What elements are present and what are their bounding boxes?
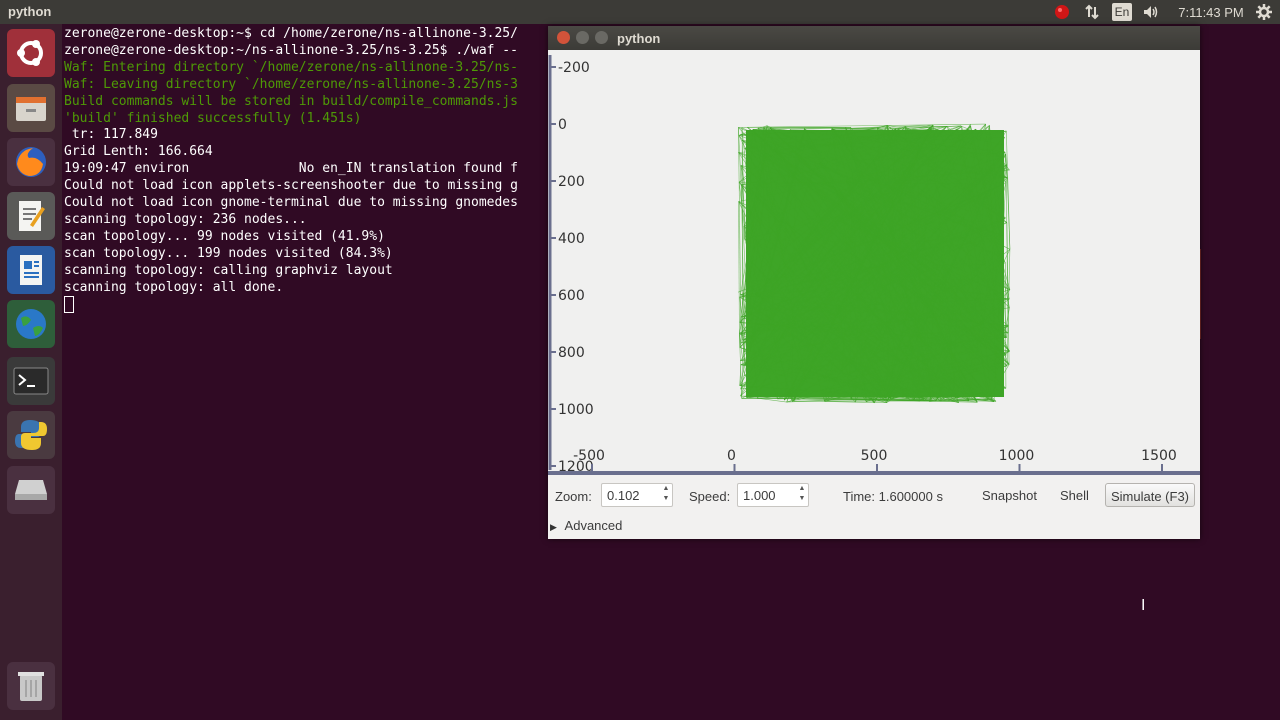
terminal-icon[interactable] bbox=[7, 357, 55, 405]
minimize-button[interactable] bbox=[576, 31, 589, 44]
record-icon[interactable] bbox=[1052, 3, 1072, 21]
terminal-line: 'build' finished successfully (1.451s) bbox=[64, 110, 362, 126]
spin-arrows-icon[interactable]: ▲ ▼ bbox=[796, 484, 808, 506]
x-tick-label: 1500 bbox=[1141, 448, 1177, 464]
x-tick-label: 1000 bbox=[999, 448, 1035, 464]
terminal-line: Could not load icon gnome-terminal due t… bbox=[64, 195, 518, 211]
topology-link bbox=[855, 401, 887, 403]
network-icon[interactable] bbox=[1082, 3, 1102, 21]
simulate-button[interactable]: Simulate (F3) bbox=[1105, 483, 1195, 507]
x-tick-label: 0 bbox=[727, 448, 736, 464]
speed-label: Speed: bbox=[689, 489, 731, 504]
writer-icon[interactable] bbox=[7, 246, 55, 294]
topology-link bbox=[738, 123, 986, 128]
shell-button[interactable]: Shell bbox=[1056, 483, 1093, 507]
top-panel: python En 7:11:43 PM bbox=[0, 0, 1280, 24]
simulation-time: Time: 1.600000 s bbox=[843, 489, 943, 504]
terminal-line: tr: 117.849 bbox=[64, 127, 158, 143]
spin-arrows-icon[interactable]: ▲ ▼ bbox=[660, 484, 672, 506]
expander-arrow-icon[interactable]: ▶ bbox=[550, 522, 557, 532]
controls-bar: Zoom: 0.102 ▲ ▼ Speed: 1.000 ▲ ▼ Time: 1.6… bbox=[548, 481, 1200, 511]
advanced-expander[interactable]: ▶ Advanced bbox=[550, 518, 622, 533]
trash-icon[interactable] bbox=[7, 662, 55, 710]
terminal-line: Grid Lenth: 166.664 bbox=[64, 144, 213, 160]
terminal-output: zerone@zerone-desktop:~$ cd /home/zerone… bbox=[64, 26, 518, 297]
terminal-line: Build commands will be stored in build/c… bbox=[64, 93, 518, 109]
close-button[interactable] bbox=[557, 31, 570, 44]
clock[interactable]: 7:11:43 PM bbox=[1172, 3, 1250, 21]
keyboard-layout-indicator[interactable]: En bbox=[1112, 3, 1132, 21]
drive-icon[interactable] bbox=[7, 466, 55, 514]
text-editor-icon[interactable] bbox=[7, 192, 55, 240]
zoom-label: Zoom: bbox=[555, 489, 592, 504]
y-tick-label: -200 bbox=[558, 60, 590, 76]
volume-icon[interactable] bbox=[1141, 3, 1161, 21]
y-tick-label: 200 bbox=[558, 174, 585, 190]
speed-value[interactable]: 1.000 bbox=[743, 488, 776, 503]
terminal-line: zerone@zerone-desktop:~$ cd /home/zerone… bbox=[64, 26, 518, 41]
terminal-line: Waf: Entering directory `/home/zerone/ns… bbox=[64, 59, 518, 75]
terminal-line: scanning topology: 236 nodes... bbox=[64, 211, 307, 227]
firefox-icon[interactable] bbox=[7, 138, 55, 186]
topology-link bbox=[824, 401, 856, 403]
browser-globe-icon[interactable] bbox=[7, 300, 55, 348]
topology-canvas[interactable]: -200 0 200 400 600 800 1000 1200 -500 0 500 1000 150… bbox=[548, 50, 1200, 475]
window-title: python bbox=[617, 31, 661, 46]
terminal-line: scanning topology: all done. bbox=[64, 279, 284, 295]
y-tick-label: 400 bbox=[558, 231, 585, 247]
speed-spinner[interactable]: 1.000 ▲ ▼ bbox=[737, 483, 809, 507]
terminal-line: scan topology... 199 nodes visited (84.3… bbox=[64, 245, 393, 261]
advanced-label[interactable]: Advanced bbox=[565, 518, 623, 533]
active-app-title: python bbox=[8, 4, 52, 19]
terminal-cursor bbox=[64, 296, 74, 313]
maximize-button[interactable] bbox=[595, 31, 608, 44]
terminal-line: 19:09:47 environ No en_IN translation fo… bbox=[64, 161, 518, 177]
x-tick-label: 500 bbox=[861, 448, 888, 464]
y-tick-label: 1000 bbox=[558, 402, 594, 418]
launcher bbox=[0, 24, 63, 720]
mouse-ibeam-cursor: Ι bbox=[1141, 597, 1146, 614]
zoom-spinner[interactable]: 0.102 ▲ ▼ bbox=[601, 483, 673, 507]
python-visualizer-window: python -200 0 200 400 600 800 1000 1200 -500 0 500… bbox=[548, 26, 1200, 539]
snapshot-button[interactable]: Snapshot bbox=[978, 483, 1041, 507]
terminal-line: Could not load icon applets-screenshoote… bbox=[64, 178, 518, 194]
topology-link bbox=[738, 201, 740, 334]
terminal-line: scanning topology: calling graphviz layo… bbox=[64, 262, 393, 278]
x-tick-label: -500 bbox=[573, 448, 605, 464]
file-manager-icon[interactable] bbox=[7, 84, 55, 132]
y-tick-label: 600 bbox=[558, 288, 585, 304]
y-tick-label: 0 bbox=[558, 117, 567, 133]
terminal-line: Waf: Leaving directory `/home/zerone/ns-… bbox=[64, 76, 518, 92]
settings-icon[interactable] bbox=[1254, 3, 1274, 21]
terminal-line: zerone@zerone-desktop:~/ns-allinone-3.25… bbox=[64, 42, 518, 58]
topology-svg[interactable]: -200020040060080010001200-500 0 500 1000 150… bbox=[548, 50, 1200, 475]
y-tick-label: 800 bbox=[558, 345, 585, 361]
zoom-value[interactable]: 0.102 bbox=[607, 488, 640, 503]
ubuntu-dash-icon[interactable] bbox=[7, 29, 55, 77]
terminal-line: scan topology... 99 nodes visited (41.9%… bbox=[64, 228, 385, 244]
horizontal-scrollbar[interactable] bbox=[548, 471, 1200, 475]
python-icon[interactable] bbox=[7, 411, 55, 459]
window-titlebar[interactable]: python bbox=[548, 26, 1200, 50]
